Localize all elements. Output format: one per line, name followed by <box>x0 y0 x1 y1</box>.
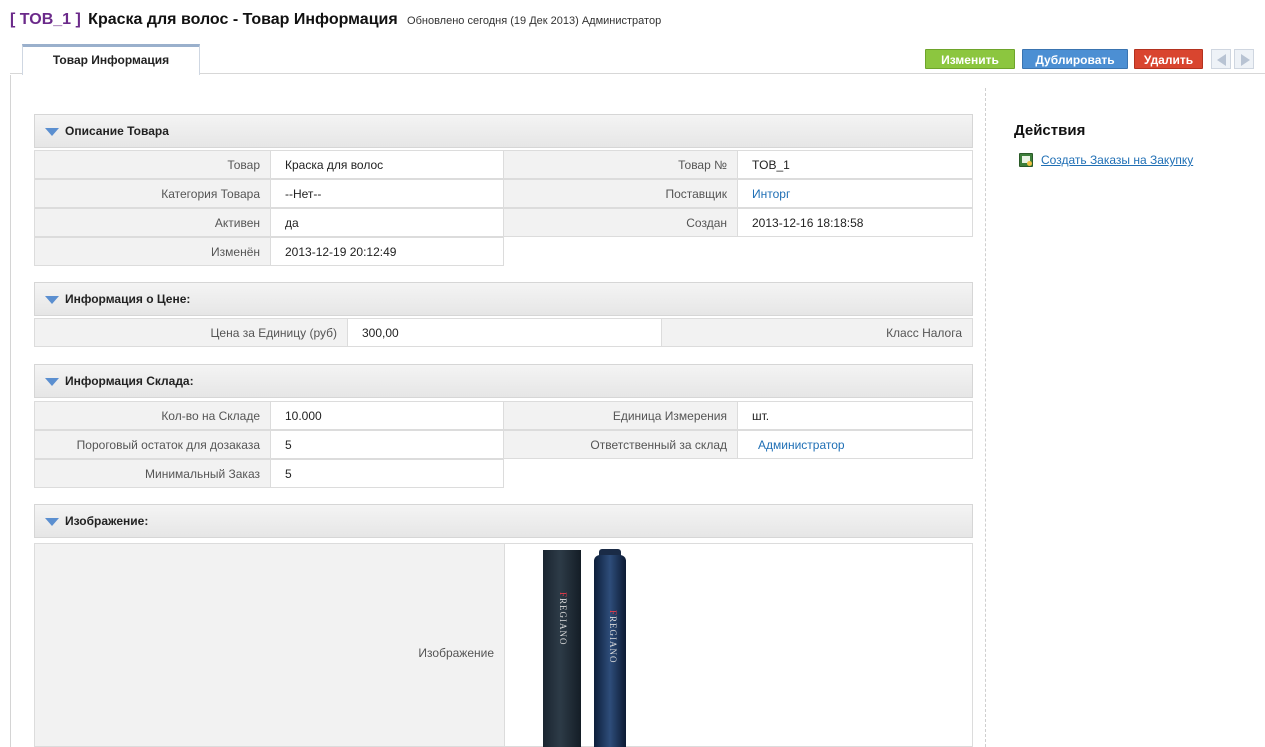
create-purchase-order-action[interactable]: Создать Заказы на Закупку <box>1019 151 1193 169</box>
unit-price-label: Цена за Единицу (руб) <box>34 318 348 347</box>
reorder-level-value: 5 <box>270 430 504 459</box>
reorder-level-label: Пороговый остаток для дозаказа <box>34 430 271 459</box>
product-name-label: Товар <box>34 150 271 179</box>
duplicate-button[interactable]: Дублировать <box>1022 49 1128 69</box>
edit-button[interactable]: Изменить <box>925 49 1015 69</box>
product-box-image <box>543 550 581 747</box>
unit-price-value: 300,00 <box>347 318 662 347</box>
handler-link[interactable]: Администратор <box>737 430 973 459</box>
active-value: да <box>270 208 504 237</box>
vendor-label: Поставщик <box>503 179 738 208</box>
section-title: Описание Товара <box>65 124 169 138</box>
created-value: 2013-12-16 18:18:58 <box>737 208 973 237</box>
record-title-bar: [ TOB_1 ] Краска для волос - Товар Инфор… <box>10 11 661 31</box>
product-brand-mark: FREGIANO <box>558 592 568 646</box>
last-updated-text: Обновлено сегодня (19 Дек 2013) Админист… <box>407 15 662 27</box>
collapse-triangle-icon[interactable] <box>45 378 59 386</box>
category-value: --Нет-- <box>270 179 504 208</box>
collapse-triangle-icon[interactable] <box>45 518 59 526</box>
actions-title: Действия <box>1014 122 1086 139</box>
sidebar-divider <box>985 88 986 747</box>
tax-class-label: Класс Налога <box>661 318 973 347</box>
product-name-value: Краска для волос <box>270 150 504 179</box>
previous-record-arrow-icon[interactable] <box>1211 49 1231 69</box>
record-id: [ TOB_1 ] <box>10 11 81 28</box>
product-number-label: Товар № <box>503 150 738 179</box>
handler-label: Ответственный за склад <box>503 430 738 459</box>
modified-label: Изменён <box>34 237 271 266</box>
active-label: Активен <box>34 208 271 237</box>
qty-in-stock-value: 10.000 <box>270 401 504 430</box>
tab-product-info[interactable]: Товар Информация <box>22 44 200 75</box>
created-label: Создан <box>503 208 738 237</box>
qty-in-stock-label: Кол-во на Складе <box>34 401 271 430</box>
collapse-triangle-icon[interactable] <box>45 128 59 136</box>
delete-button[interactable]: Удалить <box>1134 49 1203 69</box>
section-header-pricing[interactable]: Информация о Цене: <box>34 282 973 316</box>
image-label-cell: Изображение <box>34 543 505 747</box>
product-number-value: TOB_1 <box>737 150 973 179</box>
usage-unit-value: шт. <box>737 401 973 430</box>
section-header-description[interactable]: Описание Товара <box>34 114 973 148</box>
category-label: Категория Товара <box>34 179 271 208</box>
min-order-label: Минимальный Заказ <box>34 459 271 488</box>
collapse-triangle-icon[interactable] <box>45 296 59 304</box>
section-title: Информация Склада: <box>65 374 194 388</box>
purchase-order-icon[interactable] <box>1019 153 1033 167</box>
section-title: Изображение: <box>65 514 149 528</box>
min-order-value: 5 <box>270 459 504 488</box>
create-purchase-order-link[interactable]: Создать Заказы на Закупку <box>1041 153 1193 167</box>
content-frame-border <box>10 75 11 747</box>
modified-value: 2013-12-19 20:12:49 <box>270 237 504 266</box>
section-header-image[interactable]: Изображение: <box>34 504 973 538</box>
product-brand-mark: FREGIANO <box>608 610 618 664</box>
page-title: Краска для волос - Товар Информация <box>88 11 398 28</box>
section-title: Информация о Цене: <box>65 292 191 306</box>
next-record-arrow-icon[interactable] <box>1234 49 1254 69</box>
image-label: Изображение <box>418 646 494 660</box>
section-header-stock[interactable]: Информация Склада: <box>34 364 973 398</box>
usage-unit-label: Единица Измерения <box>503 401 738 430</box>
vendor-link[interactable]: Инторг <box>737 179 973 208</box>
